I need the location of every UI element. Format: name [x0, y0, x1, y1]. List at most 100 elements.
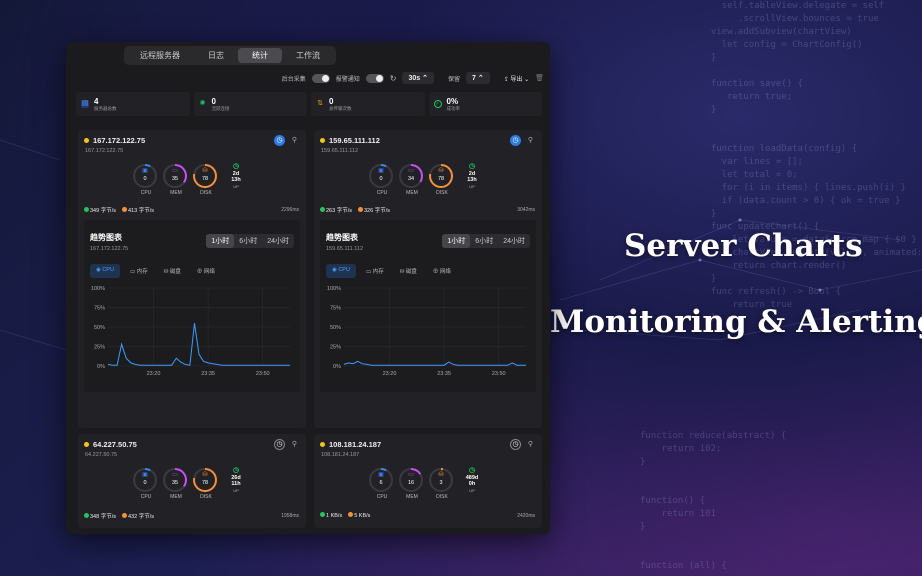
server-name: 167.172.122.75 [93, 136, 146, 145]
upload-value: 326 字节/s [363, 208, 390, 214]
cpu-icon: ▣ [378, 472, 384, 478]
y-tick-label: 0% [97, 364, 105, 370]
pin-icon[interactable]: ⚲ [525, 135, 536, 146]
range-6h[interactable]: 6小时 [234, 234, 262, 248]
mem-label: MEM [406, 190, 418, 196]
mem-value: 34 [407, 176, 415, 182]
memory-icon: ▭ [129, 269, 137, 275]
server-card[interactable]: 108.181.24.187 108.181.24.187 ◷ ⚲ ▣ 6 CPU… [314, 434, 542, 528]
upload-value: 413 字节/s [127, 208, 154, 214]
card-actions: ◷ ⚲ [510, 135, 536, 146]
tab-remote-servers[interactable]: 远程服务器 [126, 48, 194, 63]
y-tick-label: 100% [91, 286, 105, 292]
metric-tab-network[interactable]: ⊕ 网络 [427, 264, 457, 278]
latency: 3042ms [517, 207, 535, 213]
keep-label: 保留 [447, 76, 460, 83]
cpu-gauge: ▣ 0 CPU [133, 164, 159, 196]
interval-select[interactable]: 30s ⌃ [402, 72, 434, 84]
metric-tab-disk[interactable]: ⛁ 磁盘 [394, 264, 423, 278]
keep-select[interactable]: 7 ⌃ [465, 72, 490, 84]
latency: 2420ms [517, 513, 535, 519]
cpu-line-chart: 100% 75% 50% 25% 0% 23:20 23:35 23:50 [327, 286, 526, 377]
metric-label: 网络 [203, 269, 215, 275]
metric-label: 磁盘 [405, 269, 417, 275]
network-speed: 348 字节/s 432 字节/s [84, 512, 154, 520]
mem-gauge: ▭ 35 MEM [163, 164, 189, 196]
refresh-icon[interactable]: ↻ [390, 74, 397, 83]
gauges: ▣ 0 CPU ▭ 34 MEM ⛁ 78 DISK ◷ 2d 13h UP [369, 163, 485, 196]
stat-value: 0 [211, 96, 216, 106]
chart-icon[interactable]: ◷ [510, 135, 521, 146]
metric-tab-disk[interactable]: ⛁ 磁盘 [158, 264, 187, 278]
latency: 1958ms [281, 513, 299, 519]
metric-label: 磁盘 [169, 269, 181, 275]
trend-title: 趋势图表 [326, 233, 358, 242]
server-card[interactable]: 64.227.50.75 64.227.50.75 ◷ ⚲ ▣ 0 CPU ▭ 35… [78, 434, 306, 528]
server-title: 64.227.50.75 [84, 440, 137, 449]
pin-icon[interactable]: ⚲ [289, 439, 300, 450]
bg-collect-toggle[interactable] [311, 73, 330, 83]
mem-ring: ▭ 34 [399, 164, 423, 188]
stat-total-servers: ▤ 4 服务器总数 [76, 92, 190, 116]
trash-icon[interactable]: 🗑 [535, 74, 544, 82]
gauges: ▣ 0 CPU ▭ 35 MEM ⛁ 78 DISK ◷ 2d 13h UP [133, 163, 249, 196]
stat-success-rate: ✓ 0% 成功率 [428, 92, 542, 116]
y-tick-label: 25% [330, 345, 341, 351]
tab-statistics[interactable]: 统计 [238, 48, 282, 63]
stat-label: 总传输次数 [329, 105, 352, 111]
range-24h[interactable]: 24小时 [498, 234, 530, 248]
server-name: 159.65.111.112 [329, 136, 380, 145]
mem-value: 35 [171, 480, 179, 486]
cpu-ring: ▣ 0 [369, 164, 393, 188]
server-icon: ▤ [81, 100, 89, 108]
metric-tab-network[interactable]: ⊕ 网络 [191, 264, 221, 278]
memory-icon: ▭ [365, 269, 373, 275]
bg-collect-label: 后台采集 [281, 76, 306, 83]
chart-outline-icon[interactable]: ◷ [510, 439, 521, 450]
metric-tab-memory[interactable]: ▭ 内存 [360, 264, 390, 278]
memory-icon: ▭ [172, 472, 178, 478]
network-speed: 349 字节/s 413 字节/s [84, 206, 154, 214]
y-tick-label: 50% [330, 325, 341, 331]
chart-icon[interactable]: ◷ [274, 135, 285, 146]
cpu-icon: ▣ [142, 472, 148, 478]
mem-label: MEM [170, 190, 182, 196]
pin-icon[interactable]: ⚲ [289, 135, 300, 146]
transfer-icon: ⇅ [317, 100, 323, 107]
metric-tab-cpu[interactable]: ◉ CPU [326, 264, 356, 278]
cpu-label: CPU [376, 494, 388, 500]
download-speed: 1 KB/s [320, 512, 342, 519]
range-6h[interactable]: 6小时 [470, 234, 498, 248]
y-tick-label: 75% [94, 306, 105, 312]
pin-icon[interactable]: ⚲ [525, 439, 536, 450]
trend-chart-panel: 趋势图表 167.172.122.75 1小时 6小时 24小时 ◉ CPU ▭… [84, 220, 300, 392]
card-actions: ◷ ⚲ [274, 439, 300, 450]
tab-workflow[interactable]: 工作流 [282, 48, 334, 63]
server-card[interactable]: 167.172.122.75 167.172.122.75 ◷ ⚲ ▣ 0 CPU… [78, 130, 306, 428]
cpu-value: 6 [379, 480, 383, 486]
cpu-icon: ▣ [142, 168, 148, 174]
server-card[interactable]: 159.65.111.112 159.65.111.112 ◷ ⚲ ▣ 0 CPU… [314, 130, 542, 428]
range-24h[interactable]: 24小时 [262, 234, 294, 248]
disk-label: DISK [436, 190, 448, 196]
alert-notify-label: 报警通知 [335, 76, 360, 83]
metric-tab-cpu[interactable]: ◉ CPU [90, 264, 120, 278]
range-1h[interactable]: 1小时 [442, 234, 471, 248]
x-tick-label: 23:20 [383, 371, 397, 377]
upload-speed: 432 字节/s [121, 512, 154, 520]
disk-icon: ⛁ [438, 168, 444, 174]
summary-stats: ▤ 4 服务器总数 ✺ 0 活跃连接 ⇅ 0 总传输次数 ✓ 0% 成功率 [76, 92, 542, 116]
tab-logs[interactable]: 日志 [194, 48, 238, 63]
cpu-label: CPU [376, 190, 388, 196]
y-tick-label: 75% [330, 306, 341, 312]
metric-tab-memory[interactable]: ▭ 内存 [124, 264, 154, 278]
chart-outline-icon[interactable]: ◷ [274, 439, 285, 450]
stat-value: 0% [446, 96, 459, 106]
main-tabs: 远程服务器 日志 统计 工作流 [124, 46, 336, 65]
range-1h[interactable]: 1小时 [206, 234, 235, 248]
alert-notify-toggle[interactable] [365, 73, 384, 83]
server-title: 167.172.122.75 [84, 136, 145, 145]
mem-value: 35 [171, 176, 179, 182]
disk-value: 78 [437, 176, 445, 182]
export-button[interactable]: ⇪ 导出 ⌄ [504, 74, 529, 83]
